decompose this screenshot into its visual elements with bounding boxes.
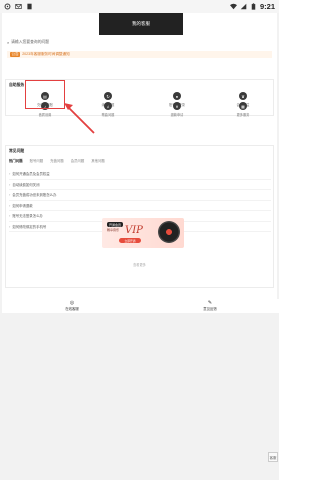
- notice-badge: 公告: [10, 52, 21, 57]
- song-icon: ♫: [104, 102, 112, 110]
- status-bar: 9:21: [0, 0, 279, 13]
- service-label: 更多服务: [236, 113, 250, 117]
- faq-tab[interactable]: 其他问题: [91, 158, 105, 163]
- money-icon: ¥: [173, 102, 181, 110]
- service-label: 音质设置: [38, 113, 52, 117]
- floating-service-label: 客服: [269, 455, 277, 460]
- online-service-label: 在线客服: [65, 307, 79, 311]
- banner-pill: 开通会员: [107, 222, 124, 227]
- status-time: 9:21: [259, 2, 275, 11]
- service-label: 退款申请: [170, 113, 184, 117]
- highlight-box: [25, 80, 65, 109]
- feedback-button[interactable]: ✎ 意见反馈: [190, 300, 230, 311]
- gear-icon: [4, 3, 11, 10]
- page-title-bar: 我的客服: [99, 13, 183, 35]
- banner-subtitle: 畅享音乐: [107, 228, 120, 232]
- search-hint: 请输入您要查询的问题: [11, 40, 50, 44]
- faq-title: 常见问题: [9, 149, 25, 153]
- services-title: 自助服务: [9, 83, 25, 87]
- refresh-icon: ↻: [104, 92, 112, 100]
- battery-icon: [251, 3, 256, 10]
- page-title: 我的客服: [132, 21, 150, 26]
- feedback-icon: ✎: [207, 300, 213, 306]
- status-left-icons: [4, 3, 33, 10]
- notice-bar[interactable]: 公告 2023年客服服务时间调整通知: [7, 51, 272, 58]
- service-label: 歌曲问题: [101, 113, 115, 117]
- list-item[interactable]: 自动续费如何关闭: [9, 180, 271, 190]
- search-icon: ⌕: [7, 40, 10, 45]
- pointer-arrow: [64, 103, 95, 134]
- mail-icon: [15, 4, 22, 9]
- status-right: 9:21: [229, 2, 275, 11]
- faq-tabs: 热门问题 账号问题 充值问题 会员问题 其他问题: [9, 158, 105, 163]
- faq-tab[interactable]: 账号问题: [30, 158, 44, 163]
- list-item[interactable]: 会员充值成功但未到账怎么办: [9, 190, 271, 201]
- banner-button[interactable]: 立即开通: [119, 238, 141, 243]
- search-hint-row[interactable]: ⌕ 请输入您要查询的问题: [7, 40, 49, 45]
- wifi-icon: [229, 3, 237, 10]
- vinyl-disc-icon: [158, 221, 180, 243]
- list-item[interactable]: 如何开通会员及会员权益: [9, 169, 271, 180]
- faq-more-link[interactable]: 查看更多: [6, 262, 273, 267]
- service-item-song[interactable]: ♫ 歌曲问题: [93, 102, 123, 117]
- banner-vip-text: VIP: [125, 225, 143, 236]
- sim-icon: [27, 3, 32, 10]
- vip-banner[interactable]: 开通会员 畅享音乐 VIP 立即开通: [102, 218, 184, 248]
- grid-icon: ▦: [239, 102, 247, 110]
- app-frame: < 我的客服 ⌕ 请输入您要查询的问题 公告 2023年客服服务时间调整通知 自…: [0, 13, 279, 480]
- signal-icon: [240, 3, 247, 10]
- list-item[interactable]: 如何申请退款: [9, 201, 271, 211]
- floating-service-handle[interactable]: 客服: [268, 452, 278, 462]
- crown-icon: ♛: [239, 92, 247, 100]
- faq-tab[interactable]: 会员问题: [71, 158, 85, 163]
- service-page: 我的客服 ⌕ 请输入您要查询的问题 公告 2023年客服服务时间调整通知 自助服…: [2, 13, 279, 313]
- service-item-refund[interactable]: ¥ 退款申请: [162, 102, 192, 117]
- feedback-label: 意见反馈: [203, 307, 217, 311]
- faq-section: 常见问题 热门问题 账号问题 充值问题 会员问题 其他问题 如何开通会员及会员权…: [5, 145, 274, 288]
- faq-tab[interactable]: 热门问题: [9, 158, 23, 163]
- service-item-more[interactable]: ▦ 更多服务: [228, 102, 258, 117]
- headset-icon: ◎: [69, 300, 75, 306]
- notice-text: 2023年客服服务时间调整通知: [22, 52, 70, 56]
- user-icon: ●: [173, 92, 181, 100]
- faq-tab[interactable]: 充值问题: [50, 158, 64, 163]
- online-service-button[interactable]: ◎ 在线客服: [52, 300, 92, 311]
- bottom-action-bar: ◎ 在线客服 ✎ 意见反馈: [4, 299, 279, 313]
